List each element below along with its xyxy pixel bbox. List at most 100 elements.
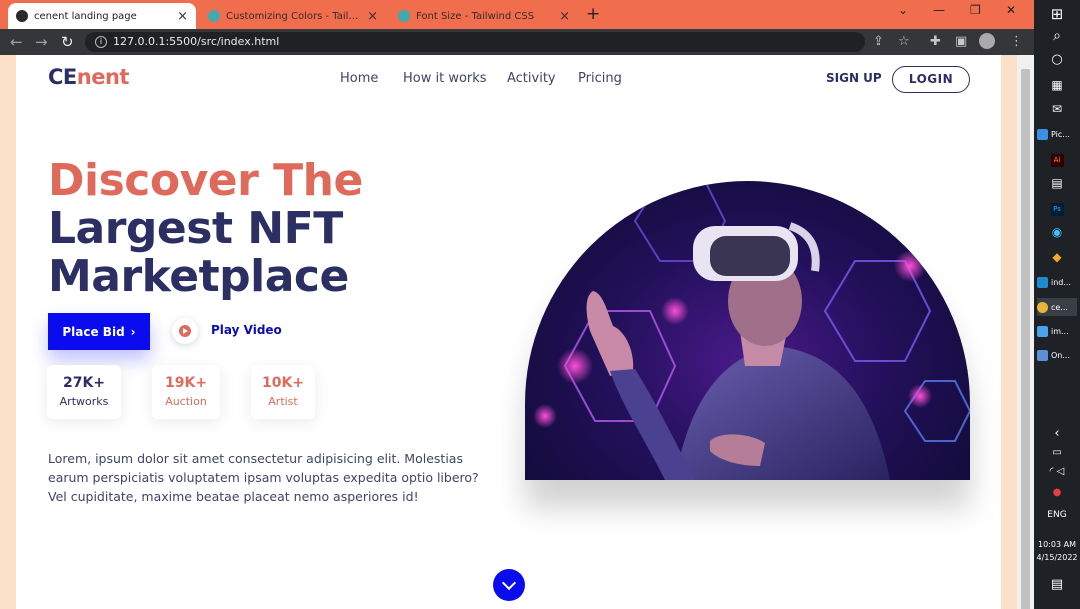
search-icon[interactable]: ⌕ <box>1034 28 1080 44</box>
hero-title-line2: Largest NFT <box>48 203 343 254</box>
place-bid-button[interactable]: Place Bid › <box>48 313 150 350</box>
chevron-right-icon: › <box>130 324 136 339</box>
browser-toolbar: ← → ↻ i 127.0.0.1:5500/src/index.html ⇪ ☆… <box>0 29 1034 55</box>
menu-kebab-icon[interactable]: ⋮ <box>1010 34 1023 49</box>
stat-value: 27K+ <box>62 375 106 391</box>
logo[interactable]: CEnent <box>48 65 129 89</box>
tab-title: cenent landing page <box>34 10 137 22</box>
profile-avatar[interactable] <box>979 33 995 49</box>
play-icon[interactable] <box>172 318 198 344</box>
battery-icon[interactable]: ▭ <box>1034 447 1080 458</box>
login-button[interactable]: LOGIN <box>892 66 970 93</box>
cortana-icon[interactable]: ○ <box>1034 52 1080 67</box>
tab-cenent[interactable]: cenent landing page × <box>8 3 196 29</box>
stat-card-auction: 19K+ Auction <box>152 365 220 419</box>
stat-label: Auction <box>165 395 207 408</box>
place-bid-label: Place Bid <box>62 324 125 339</box>
taskbar-app-label: ce... <box>1051 302 1068 312</box>
taskbar-app-label: Pic... <box>1051 129 1070 139</box>
windows-taskbar: ⊞ ⌕ ○ ▦ ✉ Pic... Ai ▤ Ps ◉ ◆ ind... ce..… <box>1034 0 1080 609</box>
globe-icon <box>16 10 28 22</box>
taskbar-app-label: ind... <box>1051 277 1071 287</box>
taskbar-app-label: im... <box>1051 326 1069 336</box>
clock-time[interactable]: 10:03 AM <box>1034 540 1080 549</box>
page-scrollbar[interactable] <box>1017 55 1034 609</box>
close-tab-icon[interactable]: × <box>367 9 378 24</box>
close-tab-icon[interactable]: × <box>559 9 570 24</box>
chevron-left-icon[interactable]: ‹ <box>1034 426 1080 441</box>
tailwind-icon <box>398 10 410 22</box>
nav-activity[interactable]: Activity <box>507 71 556 86</box>
clock-date[interactable]: 4/15/2022 <box>1034 553 1080 562</box>
url-text: 127.0.0.1:5500/src/index.html <box>113 35 280 48</box>
forward-arrow-icon[interactable]: → <box>35 33 48 51</box>
extensions-icon[interactable]: ✚ <box>930 34 941 49</box>
tab-search-icon[interactable]: ⌄ <box>898 3 908 17</box>
scroll-down-button[interactable] <box>493 569 525 601</box>
keyboard-icon <box>1037 349 1048 361</box>
store-icon[interactable]: ▦ <box>1034 78 1080 92</box>
language-indicator[interactable]: ENG <box>1034 510 1080 520</box>
illustrator-icon[interactable]: Ai <box>1034 152 1080 167</box>
taskbar-app-onscreen[interactable]: On... <box>1037 346 1077 364</box>
tab-title: Font Size - Tailwind CSS <box>416 10 535 22</box>
photoshop-icon[interactable]: Ps <box>1034 201 1080 216</box>
play-video-link[interactable]: Play Video <box>211 323 282 337</box>
landing-page: CEnent Home How it works Activity Pricin… <box>16 55 1001 609</box>
tab-tailwind-font[interactable]: Font Size - Tailwind CSS × <box>390 3 578 29</box>
hero-vr-image <box>525 181 970 480</box>
close-window-button[interactable]: ✕ <box>1006 3 1016 17</box>
windows-start-icon[interactable]: ⊞ <box>1034 5 1080 23</box>
info-icon[interactable]: i <box>95 36 107 48</box>
edge-icon[interactable]: ◉ <box>1034 225 1080 239</box>
share-icon[interactable]: ⇪ <box>873 34 884 49</box>
taskbar-app-chrome[interactable]: ce... <box>1037 298 1077 316</box>
reload-icon[interactable]: ↻ <box>61 33 74 51</box>
taskbar-app-images[interactable]: im... <box>1037 322 1077 340</box>
nav-how-it-works[interactable]: How it works <box>403 71 487 86</box>
logo-part2: nent <box>76 65 130 89</box>
git-icon[interactable]: ◆ <box>1034 250 1080 264</box>
taskbar-app-label: On... <box>1051 350 1070 360</box>
stat-card-artworks: 27K+ Artworks <box>47 365 121 419</box>
files-icon[interactable]: ▤ <box>1034 176 1080 190</box>
back-arrow-icon[interactable]: ← <box>10 33 23 51</box>
sidepanel-icon[interactable]: ▣ <box>955 34 967 49</box>
hero-description: Lorem, ipsum dolor sit amet consectetur … <box>48 451 479 504</box>
stat-label: Artworks <box>59 395 109 408</box>
close-tab-icon[interactable]: × <box>177 9 188 24</box>
nav-pricing[interactable]: Pricing <box>578 71 622 86</box>
bookmark-star-icon[interactable]: ☆ <box>898 34 910 49</box>
tailwind-icon <box>208 10 220 22</box>
new-tab-button[interactable]: + <box>586 4 600 24</box>
browser-tab-bar: cenent landing page × Customizing Colors… <box>0 0 1034 29</box>
vr-illustration <box>533 181 970 480</box>
minimize-button[interactable]: — <box>933 3 945 17</box>
stat-value: 19K+ <box>164 375 208 391</box>
notification-badge-icon[interactable]: ● <box>1034 487 1080 498</box>
address-bar[interactable]: i 127.0.0.1:5500/src/index.html <box>85 32 865 52</box>
stat-value: 10K+ <box>261 375 305 391</box>
hero-title-line1: Discover The <box>48 155 363 206</box>
nav-home[interactable]: Home <box>340 71 378 86</box>
taskbar-app-pictures[interactable]: Pic... <box>1037 125 1077 143</box>
restore-button[interactable]: ❐ <box>970 3 981 17</box>
mail-icon[interactable]: ✉ <box>1034 102 1080 116</box>
taskbar-app-vscode[interactable]: ind... <box>1037 273 1077 291</box>
tab-title: Customizing Colors - Tailwind CSS <box>226 10 361 22</box>
vscode-icon <box>1037 276 1048 288</box>
wifi-volume-icon[interactable]: ◜ ◁ <box>1034 466 1080 477</box>
tab-tailwind-colors[interactable]: Customizing Colors - Tailwind CSS × <box>200 3 386 29</box>
logo-part1: CE <box>48 65 77 89</box>
action-center-icon[interactable]: ▤ <box>1034 577 1080 592</box>
stat-label: Artist <box>268 395 298 408</box>
scrollbar-thumb[interactable] <box>1021 69 1030 609</box>
chrome-icon <box>1037 301 1048 313</box>
page-viewport: CEnent Home How it works Activity Pricin… <box>0 55 1017 609</box>
pictures-icon <box>1037 128 1048 140</box>
hero-title-line3: Marketplace <box>48 251 349 302</box>
image-icon <box>1037 325 1048 337</box>
signup-link[interactable]: SIGN UP <box>826 71 882 85</box>
chevron-down-icon <box>501 575 517 591</box>
stat-card-artist: 10K+ Artist <box>251 365 315 419</box>
